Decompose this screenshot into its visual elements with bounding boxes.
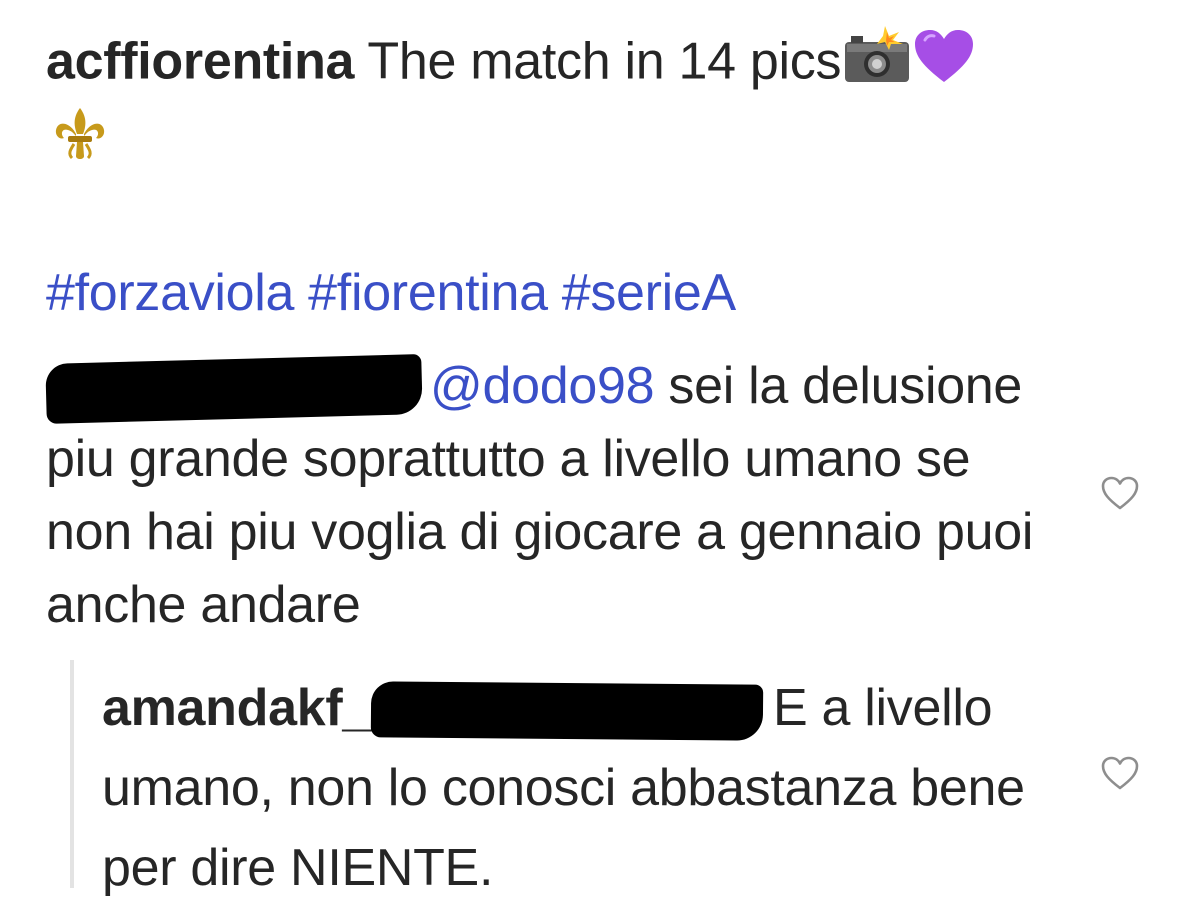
reply-thread-line [70, 660, 74, 888]
hashtag-link[interactable]: #forzaviola [46, 264, 294, 322]
mention-link[interactable]: @dodo98 [430, 357, 655, 415]
hashtag-list: #forzaviola #fiorentina #serieA [46, 258, 750, 328]
reply-username[interactable]: amandakf_ [102, 679, 371, 737]
camera-flash-icon [841, 26, 913, 104]
hashtag-link[interactable]: #serieA [562, 264, 737, 322]
post-caption: acffiorentina The match in 14 pics [46, 26, 1146, 104]
purple-heart-icon [913, 28, 975, 102]
comment: @dodo98 sei la delusione piu grande sopr… [45, 350, 1066, 642]
post-username[interactable]: acffiorentina [46, 33, 354, 91]
fleur-de-lis-icon [50, 104, 110, 164]
like-heart-icon[interactable] [1100, 754, 1140, 794]
redacted-mention [370, 681, 764, 741]
caption-text: The match in 14 pics [367, 32, 842, 91]
like-heart-icon[interactable] [1100, 474, 1140, 514]
reply-text-line1: E a [772, 679, 851, 737]
reply-comment: amandakf_ E a livello umano, non lo conos… [102, 668, 1082, 908]
hashtag-link[interactable]: #fiorentina [308, 264, 548, 322]
redacted-username [45, 354, 423, 425]
comment-text-line1: sei la [668, 357, 788, 415]
